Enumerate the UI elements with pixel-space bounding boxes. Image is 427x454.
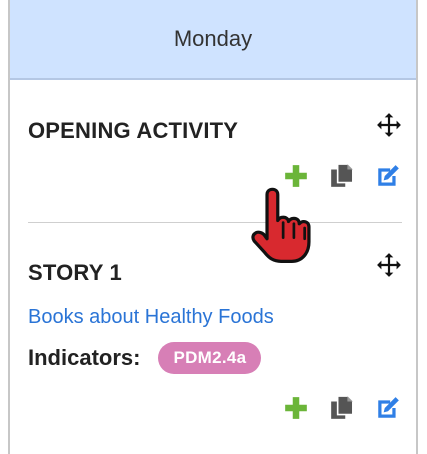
day-header: Monday [10, 0, 416, 80]
copy-icon[interactable] [328, 162, 356, 190]
activity-block-story: STORY 1 Books about Healthy Foods Indica… [10, 230, 416, 454]
day-column: Monday OPENING ACTIVITY STORY 1 Books ab… [8, 0, 418, 454]
edit-icon[interactable] [374, 394, 402, 422]
activity-title: STORY 1 [28, 260, 122, 285]
day-title: Monday [173, 26, 253, 51]
copy-icon[interactable] [328, 394, 356, 422]
activity-link[interactable]: Books about Healthy Foods [28, 306, 274, 329]
indicators-label: Indicators: [28, 345, 141, 370]
hand-cursor-icon [248, 185, 314, 271]
indicator-badge[interactable]: PDM2.4a [158, 342, 262, 374]
plus-icon[interactable] [282, 394, 310, 422]
block-divider [28, 222, 402, 223]
move-arrows-icon[interactable] [376, 112, 402, 138]
move-arrows-icon[interactable] [376, 252, 402, 278]
indicators-row: Indicators: PDM2.4a [28, 342, 262, 374]
activity-actions [282, 394, 402, 422]
edit-icon[interactable] [374, 162, 402, 190]
activity-title: OPENING ACTIVITY [28, 118, 239, 143]
activity-block-opening: OPENING ACTIVITY [10, 80, 416, 230]
